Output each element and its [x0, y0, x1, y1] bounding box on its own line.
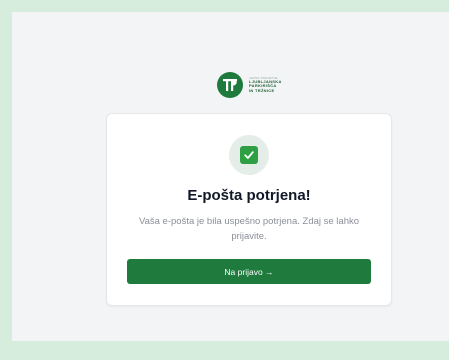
- brand-wordmark: JAVNO PODJETJE LJUBLJANSKA PARKIRIŠČA IN…: [249, 76, 282, 93]
- lpt-logo-icon: [217, 72, 243, 98]
- confirmation-message: Vaša e-pošta je bila uspešno potrjena. Z…: [138, 216, 360, 242]
- page-background: JAVNO PODJETJE LJUBLJANSKA PARKIRIŠČA IN…: [12, 12, 449, 341]
- brand-line-3: IN TRŽNICE: [249, 87, 275, 93]
- confirmation-card: E-pošta potrjena! Vaša e-pošta je bila u…: [106, 113, 392, 306]
- brand-logo: JAVNO PODJETJE LJUBLJANSKA PARKIRIŠČA IN…: [217, 72, 282, 98]
- check-icon: [240, 146, 258, 164]
- login-button[interactable]: Na prijavo →: [127, 259, 371, 284]
- page-title: E-pošta potrjena!: [187, 187, 311, 204]
- success-badge: [229, 135, 269, 175]
